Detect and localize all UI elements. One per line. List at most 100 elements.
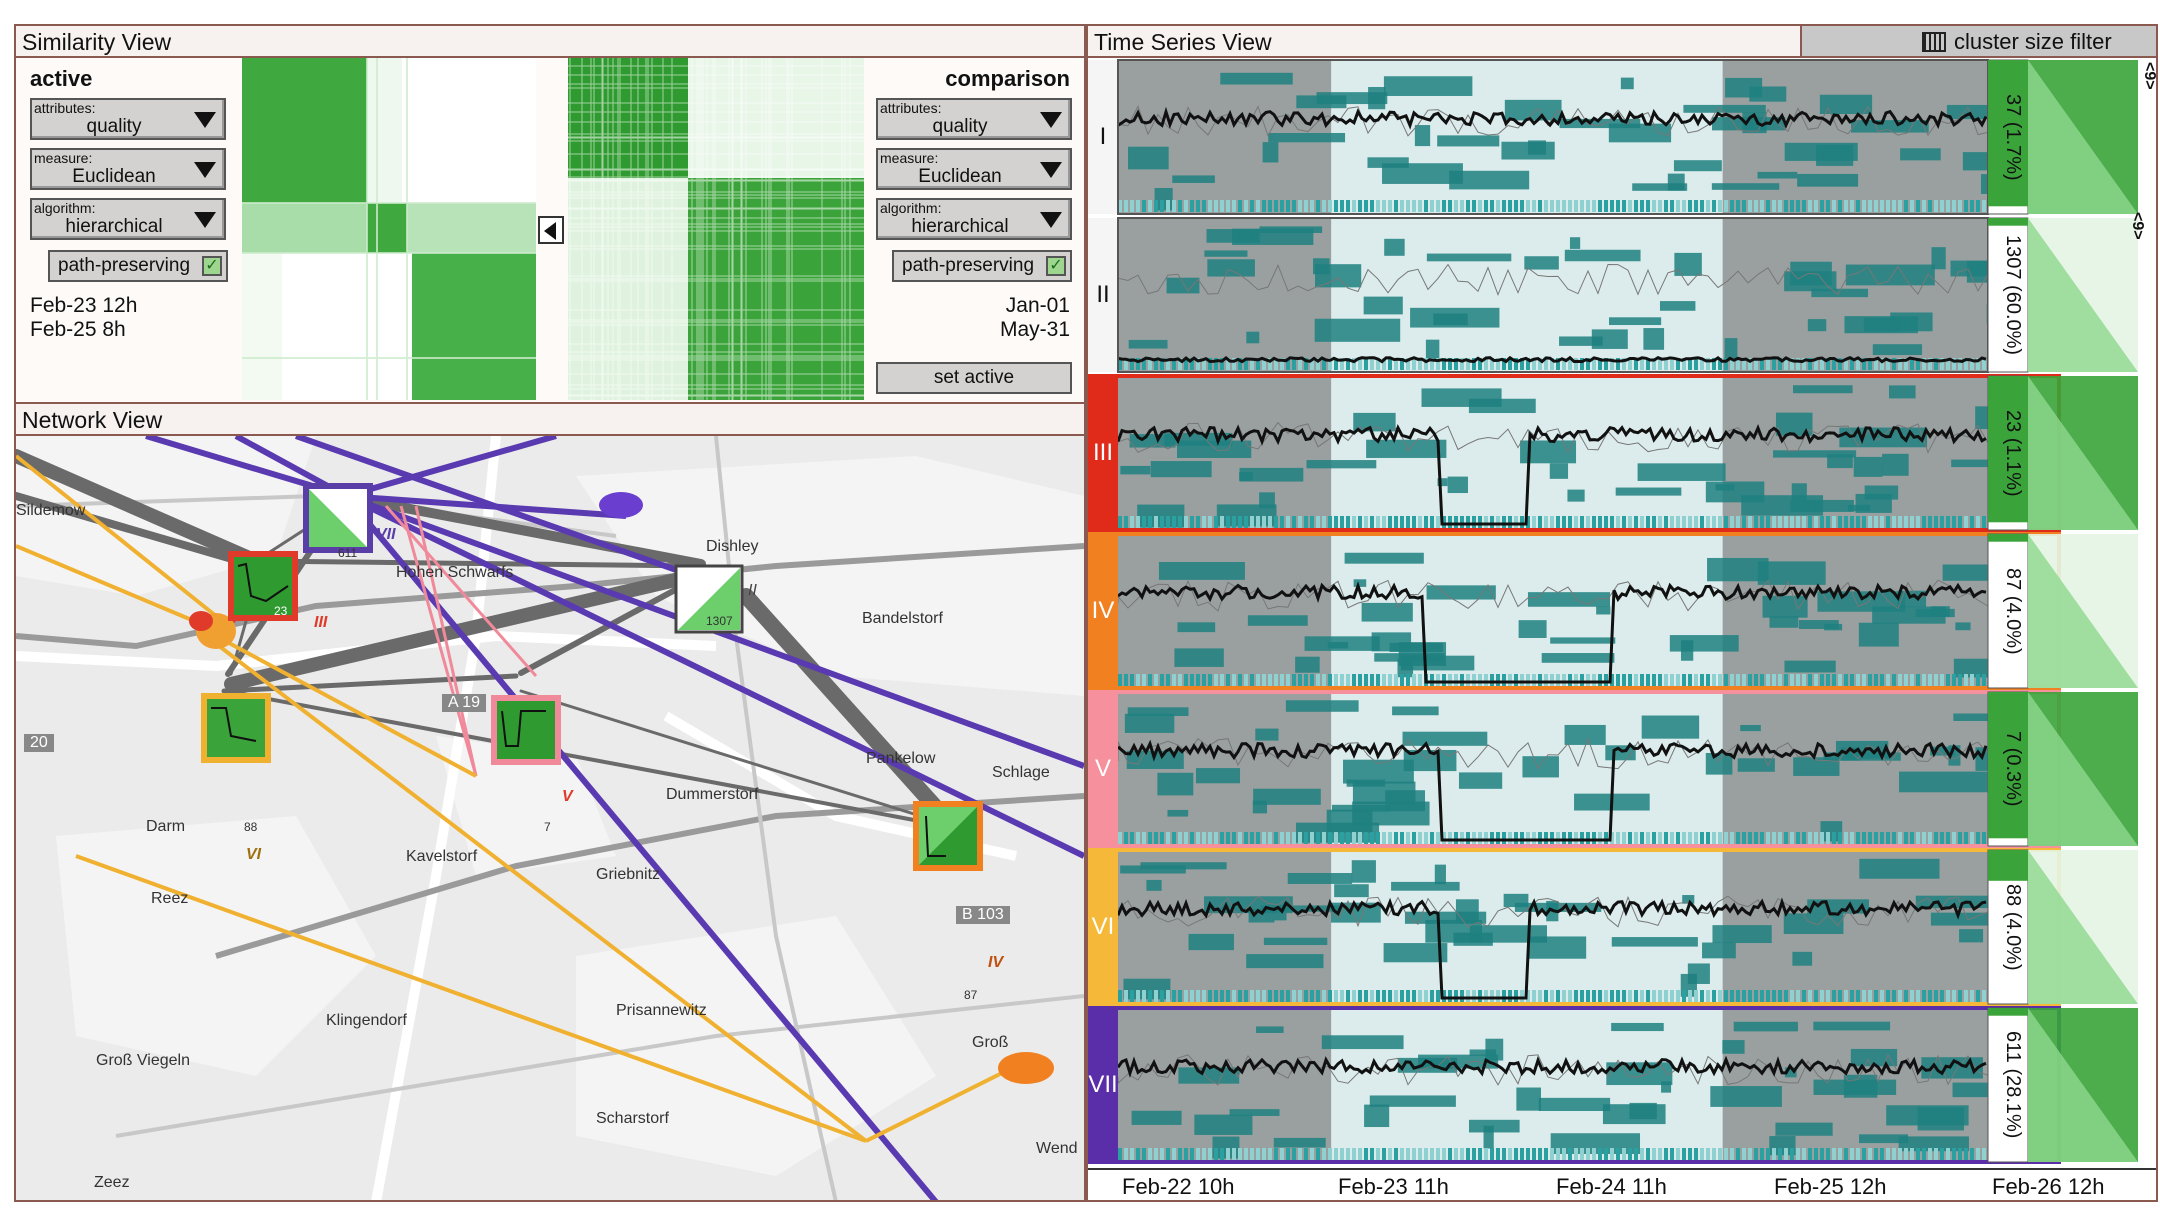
node-label-iv: IV xyxy=(988,954,1004,971)
set-active-button[interactable]: set active xyxy=(876,362,1072,394)
place-label: Groß xyxy=(972,1034,1009,1051)
cluster-row-ii[interactable] xyxy=(1088,217,2138,373)
node-count-iv: 87 xyxy=(964,988,978,1002)
node-label-vii: VII xyxy=(376,526,396,543)
network-view: Network View Sildemow Dishley Hohen Schw… xyxy=(14,402,1086,1202)
cluster-count-i: 37 (1.7%) xyxy=(2002,93,2024,181)
cluster-count-vi: 88 (4.0%) xyxy=(2002,883,2024,971)
road-label: 20 xyxy=(24,734,54,752)
place-label: Zeez xyxy=(94,1174,130,1191)
cluster-row-v[interactable] xyxy=(1088,690,2138,848)
comparison-range-end: May-31 xyxy=(999,318,1070,341)
cluster-label-ii: II xyxy=(1096,281,1110,308)
place-label: Reez xyxy=(151,890,189,907)
chevron-down-icon xyxy=(1040,212,1062,228)
time-tick: Feb-24 11h xyxy=(1556,1174,1667,1199)
place-label: Darm xyxy=(146,818,186,835)
place-label: Dishley xyxy=(706,538,759,555)
place-label: Sildemow xyxy=(16,502,86,519)
chevron-down-icon xyxy=(194,162,216,178)
comparison-range-start: Jan-01 xyxy=(1005,294,1070,317)
time-tick: Feb-22 10h xyxy=(1122,1174,1235,1199)
filter-bars-icon xyxy=(1922,32,1946,52)
node-count-vii: 611 xyxy=(338,546,358,560)
similarity-view-title: Similarity View xyxy=(16,26,1084,58)
node-count-v: 7 xyxy=(544,820,551,834)
cluster-count-vii: 611 (28.1%) xyxy=(2002,1031,2024,1139)
cluster-label-iii: III xyxy=(1092,439,1113,466)
network-node-vi[interactable] xyxy=(201,693,271,763)
comparison-measure-dropdown[interactable]: measure: Euclidean xyxy=(876,148,1072,190)
comparison-algorithm-dropdown[interactable]: algorithm: hierarchical xyxy=(876,198,1072,240)
road-label: A 19 xyxy=(442,694,487,712)
checkmark-icon: ✓ xyxy=(202,256,222,276)
cluster-count-iii: 23 (1.1%) xyxy=(2002,409,2024,497)
comparison-path-preserving-checkbox[interactable]: path-preserving ✓ xyxy=(892,250,1072,282)
chevron-down-icon xyxy=(1040,112,1062,128)
place-label: Kavelstorf xyxy=(406,848,478,865)
road-label: B 103 xyxy=(956,906,1010,924)
cluster-label-iv: IV xyxy=(1091,597,1115,624)
time-series-view-title: Time Series View xyxy=(1088,26,1802,58)
time-tick: Feb-25 12h xyxy=(1774,1174,1887,1199)
cluster-count-v: 7 (0.3%) xyxy=(2002,731,2024,807)
active-attributes-dropdown[interactable]: attributes: quality xyxy=(30,98,226,140)
node-count-vi: 88 xyxy=(244,820,258,834)
node-count-ii: 1307 xyxy=(706,614,733,628)
tree-node-label[interactable]: <9> xyxy=(2140,62,2158,90)
cluster-row-iv[interactable] xyxy=(1088,532,2138,690)
checkmark-icon: ✓ xyxy=(1046,256,1066,276)
time-tick: Feb-23 11h xyxy=(1338,1174,1449,1199)
place-label: Schlage xyxy=(992,764,1050,781)
active-similarity-matrix xyxy=(242,58,536,400)
active-range-start: Feb-23 12h xyxy=(30,294,138,317)
network-view-title: Network View xyxy=(16,404,1084,436)
network-node-v[interactable] xyxy=(491,695,561,765)
active-measure-dropdown[interactable]: measure: Euclidean xyxy=(30,148,226,190)
place-label: Klingendorf xyxy=(326,1012,407,1029)
active-path-preserving-checkbox[interactable]: path-preserving ✓ xyxy=(48,250,228,282)
place-label: Griebnitz xyxy=(596,866,661,883)
cluster-label-vii: VII xyxy=(1088,1071,1118,1098)
chevron-down-icon xyxy=(194,112,216,128)
place-label: Wend xyxy=(1036,1140,1078,1157)
comparison-attributes-dropdown[interactable]: attributes: quality xyxy=(876,98,1072,140)
node-count-iii: 23 xyxy=(274,604,288,618)
node-label-ii: II xyxy=(748,582,757,599)
cluster-size-filter-button[interactable]: cluster size filter xyxy=(1802,26,2156,58)
place-label: Bandelstorf xyxy=(862,610,943,627)
cluster-row-i[interactable] xyxy=(1088,59,2138,215)
place-label: Dummerstorf xyxy=(666,786,759,803)
cluster-label-vi: VI xyxy=(1091,913,1115,940)
time-series-view: Time Series View cluster size filter Feb… xyxy=(1086,24,2158,1202)
chevron-down-icon xyxy=(1040,162,1062,178)
place-label: Hohen Schwarfs xyxy=(396,564,514,581)
cluster-label-v: V xyxy=(1094,755,1111,782)
cluster-count-ii: 1307 (60.0%) xyxy=(2002,234,2024,356)
cluster-row-iii[interactable] xyxy=(1088,374,2138,532)
place-label: Pankelow xyxy=(866,750,936,767)
active-heading: active xyxy=(30,66,93,91)
comparison-similarity-matrix xyxy=(568,58,864,400)
tree-node-label[interactable]: <9> xyxy=(2128,212,2146,240)
node-label-vi: VI xyxy=(246,846,262,863)
cluster-count-iv: 87 (4.0%) xyxy=(2002,567,2024,655)
arrow-left-icon xyxy=(544,222,556,240)
place-label: Prisannewitz xyxy=(616,1002,707,1019)
similarity-view: Similarity View active attributes: quali… xyxy=(14,24,1086,404)
cluster-row-vi[interactable] xyxy=(1088,848,2138,1006)
node-label-iii: III xyxy=(314,614,328,631)
comparison-heading: comparison xyxy=(945,66,1070,91)
network-node-iv[interactable] xyxy=(913,801,983,871)
place-label: Groß Viegeln xyxy=(96,1052,190,1069)
chevron-down-icon xyxy=(194,212,216,228)
place-label: Scharstorf xyxy=(596,1110,669,1127)
cluster-label-i: I xyxy=(1099,123,1107,150)
network-node-vii[interactable] xyxy=(303,483,373,553)
active-range-end: Feb-25 8h xyxy=(30,318,126,341)
swap-arrow-button[interactable] xyxy=(538,216,564,244)
time-tick: Feb-26 12h xyxy=(1992,1174,2105,1199)
active-algorithm-dropdown[interactable]: algorithm: hierarchical xyxy=(30,198,226,240)
cluster-row-vii[interactable] xyxy=(1088,1006,2138,1164)
time-axis: Feb-22 10h Feb-23 11h Feb-24 11h Feb-25 … xyxy=(1088,1168,2156,1200)
